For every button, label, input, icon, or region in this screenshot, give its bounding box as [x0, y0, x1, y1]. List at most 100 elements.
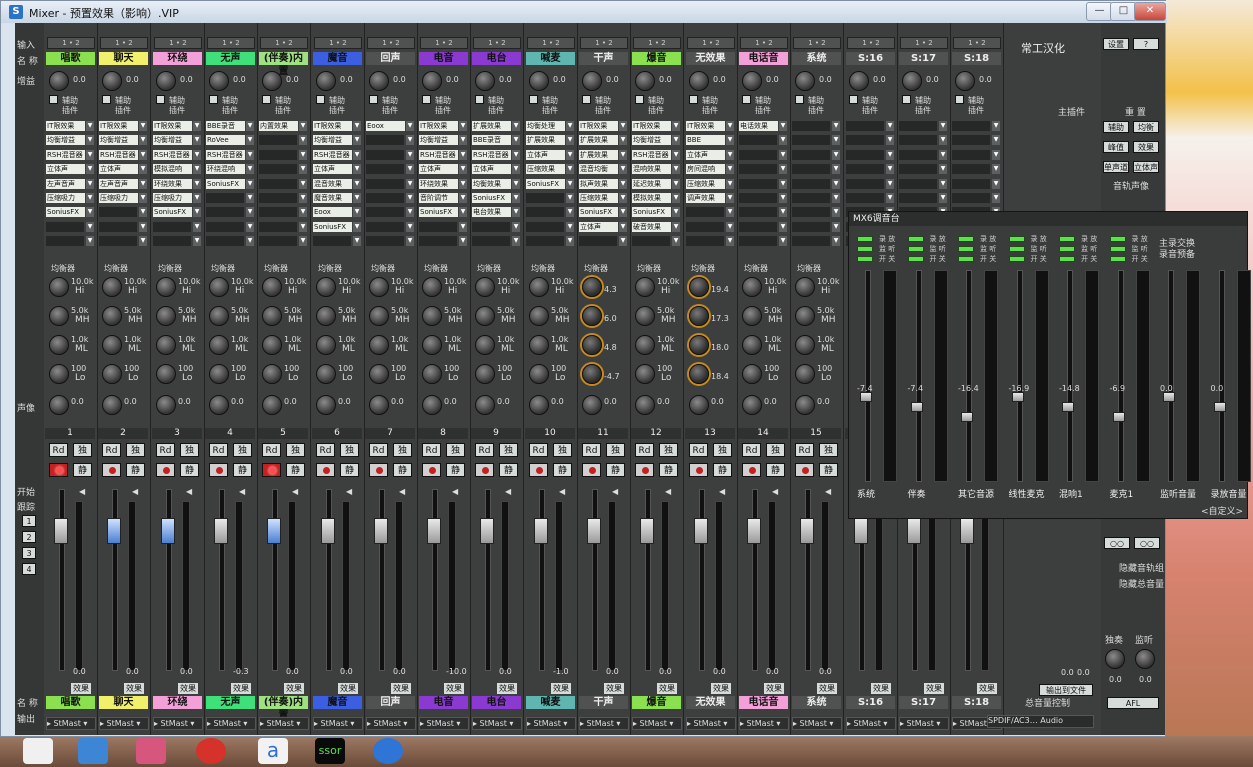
eq-knob[interactable] — [742, 277, 762, 297]
eq-knob[interactable] — [529, 306, 549, 326]
input-select[interactable]: 1 • 2 — [473, 37, 521, 49]
plugin-slot[interactable]: 均衡效果 — [472, 178, 511, 189]
eq-knob[interactable] — [156, 364, 176, 384]
effect-button[interactable]: 效果 — [444, 683, 464, 694]
pan-knob[interactable] — [689, 395, 709, 415]
plugin-dropdown-icon[interactable]: ▼ — [139, 149, 147, 160]
plugin-dropdown-icon[interactable]: ▼ — [86, 135, 94, 146]
volume-fader[interactable] — [960, 518, 974, 544]
plugin-slot-empty[interactable] — [846, 121, 884, 131]
volume-fader[interactable] — [374, 518, 388, 544]
plugin-dropdown-icon[interactable]: ▼ — [939, 149, 947, 160]
plugin-dropdown-icon[interactable]: ▼ — [566, 207, 574, 218]
plugin-slot[interactable]: RSH混音器 — [472, 149, 511, 160]
read-button[interactable]: Rd — [316, 443, 335, 457]
aux-toggle[interactable] — [582, 95, 591, 104]
speaker-icon[interactable]: ◀ — [186, 487, 192, 496]
channel-name[interactable]: 无声 — [206, 52, 255, 65]
plugin-dropdown-icon[interactable]: ▼ — [406, 164, 414, 175]
plugin-dropdown-icon[interactable]: ▼ — [512, 221, 520, 232]
aux-toggle[interactable] — [102, 95, 111, 104]
plugin-dropdown-icon[interactable]: ▼ — [246, 221, 254, 232]
plugin-slot-empty[interactable] — [739, 236, 777, 247]
eq-knob[interactable] — [795, 306, 815, 326]
solo-button[interactable]: 独 — [819, 443, 838, 457]
plugin-dropdown-icon[interactable]: ▼ — [299, 121, 307, 131]
plugin-dropdown-icon[interactable]: ▼ — [299, 135, 307, 146]
plugin-slot-empty[interactable] — [526, 236, 564, 247]
taskbar-app-icon[interactable]: ssor — [315, 738, 345, 764]
plugin-slot-empty[interactable] — [792, 164, 830, 175]
plugin-slot[interactable]: IT限效果 — [99, 121, 138, 131]
mx6-fader[interactable] — [1062, 402, 1074, 412]
effect-button[interactable]: 效果 — [604, 683, 624, 694]
plugin-dropdown-icon[interactable]: ▼ — [672, 178, 680, 189]
plugin-dropdown-icon[interactable]: ▼ — [406, 149, 414, 160]
input-select[interactable]: 1 • 2 — [580, 37, 628, 49]
plugin-dropdown-icon[interactable]: ▼ — [779, 149, 787, 160]
effect-button[interactable]: 效果 — [338, 683, 358, 694]
plugin-dropdown-icon[interactable]: ▼ — [512, 135, 520, 146]
record-button[interactable] — [49, 463, 68, 477]
gain-knob[interactable] — [49, 71, 69, 91]
mx6-fader[interactable] — [860, 392, 872, 402]
gain-knob[interactable] — [582, 71, 602, 91]
output-select[interactable]: ▸ StMast ▾ — [526, 717, 576, 730]
gain-knob[interactable] — [156, 71, 176, 91]
input-select[interactable]: 1 • 2 — [687, 37, 735, 49]
plugin-slot-empty[interactable] — [472, 236, 510, 247]
mute-button[interactable]: 静 — [233, 463, 252, 477]
plugin-dropdown-icon[interactable]: ▼ — [193, 164, 201, 175]
pan-knob[interactable] — [635, 395, 655, 415]
plugin-slot-empty[interactable] — [259, 236, 297, 247]
plugin-dropdown-icon[interactable]: ▼ — [566, 164, 574, 175]
output-select[interactable]: ▸ StMast ▾ — [366, 717, 416, 730]
plugin-dropdown-icon[interactable]: ▼ — [299, 221, 307, 232]
mx6-toggle-led[interactable] — [1109, 236, 1126, 242]
aux-toggle[interactable] — [955, 95, 964, 104]
pan-knob[interactable] — [102, 395, 122, 415]
speaker-icon[interactable]: ◀ — [559, 487, 565, 496]
master-output-select[interactable]: SPDIF/AC3… Audio — [987, 715, 1094, 728]
input-select[interactable]: 1 • 2 — [260, 37, 308, 49]
read-button[interactable]: Rd — [689, 443, 708, 457]
pan-knob[interactable] — [262, 395, 282, 415]
plugin-slot-empty[interactable] — [259, 149, 297, 160]
plugin-slot[interactable]: 立体声 — [526, 149, 565, 160]
plugin-dropdown-icon[interactable]: ▼ — [619, 207, 627, 218]
plugin-dropdown-icon[interactable]: ▼ — [566, 149, 574, 160]
plugin-slot-empty[interactable] — [46, 221, 84, 232]
aux-toggle[interactable] — [795, 95, 804, 104]
plugin-slot[interactable]: 模拟混响 — [153, 164, 192, 175]
plugin-slot[interactable]: 立体声 — [472, 164, 511, 175]
mx6-toggle-led[interactable] — [1059, 256, 1075, 262]
plugin-slot-empty[interactable] — [99, 207, 137, 218]
plugin-dropdown-icon[interactable]: ▼ — [566, 221, 574, 232]
channel-name[interactable]: 电音 — [419, 52, 468, 65]
plugin-dropdown-icon[interactable]: ▼ — [86, 178, 94, 189]
channel-name[interactable]: 电台 — [472, 52, 521, 65]
effect-button[interactable]: 效果 — [1133, 141, 1159, 153]
record-button[interactable] — [102, 463, 121, 477]
channel-name[interactable]: 系统 — [792, 52, 841, 65]
plugin-dropdown-icon[interactable]: ▼ — [619, 149, 627, 160]
effect-button[interactable]: 效果 — [764, 683, 784, 694]
read-button[interactable]: Rd — [209, 443, 228, 457]
plugin-slot-empty[interactable] — [739, 164, 777, 175]
mute-button[interactable]: 静 — [553, 463, 572, 477]
eq-knob[interactable] — [422, 364, 442, 384]
plugin-slot[interactable]: 均衡处理 — [526, 121, 565, 131]
plugin-dropdown-icon[interactable]: ▼ — [512, 178, 520, 189]
pan-knob[interactable] — [49, 395, 69, 415]
eq-knob[interactable] — [422, 335, 442, 355]
taskbar-app-icon[interactable] — [136, 738, 166, 764]
plugin-dropdown-icon[interactable]: ▼ — [566, 178, 574, 189]
plugin-dropdown-icon[interactable]: ▼ — [193, 178, 201, 189]
plugin-slot[interactable]: IT限效果 — [313, 121, 352, 131]
plugin-dropdown-icon[interactable]: ▼ — [86, 221, 94, 232]
aux-toggle[interactable] — [262, 95, 271, 104]
mute-button[interactable]: 静 — [340, 463, 359, 477]
plugin-slot[interactable]: IT限效果 — [632, 121, 671, 131]
eq-knob[interactable] — [209, 277, 229, 297]
gain-knob[interactable] — [955, 71, 975, 91]
